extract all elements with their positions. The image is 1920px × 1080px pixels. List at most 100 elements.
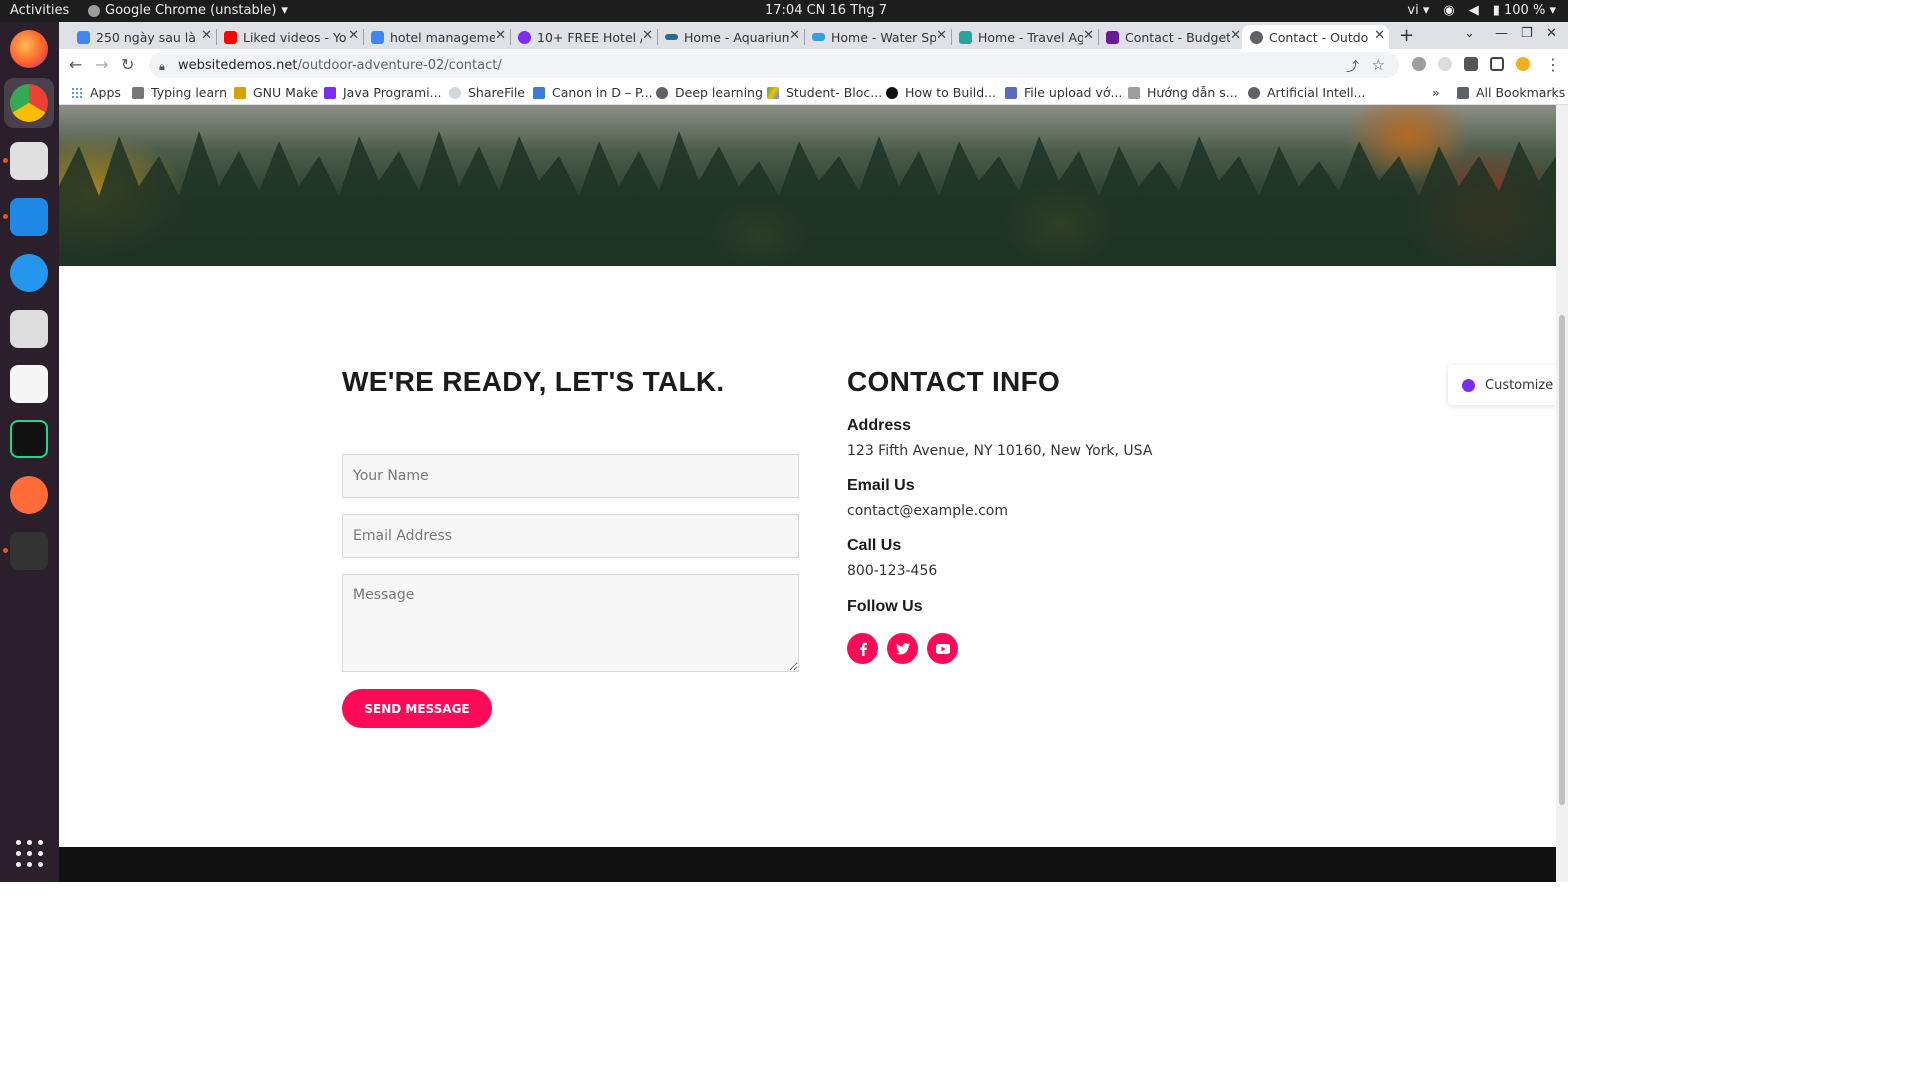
email-input[interactable] [342, 514, 799, 558]
dock [0, 22, 59, 882]
system-tray[interactable]: vi ▾ ◉ ◀ ▮ 100 % ▾ [1407, 3, 1556, 18]
tab-title: Home - Travel Ag [978, 29, 1083, 45]
tab[interactable]: Home - Water Sp ✕ [804, 25, 952, 49]
lock-icon: 🔒︎ [159, 59, 165, 73]
message-textarea[interactable] [342, 574, 799, 672]
tab-title: Home - Aquarium [684, 29, 789, 45]
tab-search-icon[interactable]: ⌄ [1464, 26, 1475, 41]
share-icon[interactable]: ⤴ [1346, 56, 1359, 75]
close-icon[interactable]: ✕ [495, 28, 506, 43]
bookmark-item[interactable]: Student- Bloc... [767, 85, 882, 100]
music-icon [533, 86, 545, 99]
tab[interactable]: 10+ FREE Hotel / ✕ [510, 25, 658, 49]
tab-title: Contact - Budget [1125, 29, 1230, 45]
bookmark-star-icon[interactable]: ☆ [1372, 56, 1385, 74]
bookmark-item[interactable]: Canon in D – P... [533, 85, 653, 100]
close-icon[interactable]: ✕ [348, 28, 359, 43]
close-icon[interactable]: ✕ [1374, 28, 1385, 43]
url-path: /outdoor-adventure-02/contact/ [297, 57, 502, 73]
show-apps-icon[interactable] [16, 840, 43, 867]
bookmark-item[interactable]: Deep learning [656, 85, 763, 100]
address-label: Address [847, 417, 912, 434]
gimp-icon[interactable] [10, 310, 48, 348]
new-tab-button[interactable]: + [1399, 25, 1414, 46]
bookmark-apps[interactable]: Apps [71, 85, 121, 100]
extension-icon[interactable] [1412, 57, 1426, 71]
tab[interactable]: hotel manageme ✕ [363, 25, 511, 49]
pycharm-icon[interactable] [10, 420, 48, 458]
tab[interactable]: Home - Travel Ag ✕ [951, 25, 1099, 49]
close-icon[interactable]: ✕ [936, 28, 947, 43]
tab[interactable]: Home - Aquarium ✕ [657, 25, 805, 49]
clock[interactable]: 17:04 CN 16 Thg 7 [765, 3, 887, 18]
close-icon[interactable]: ✕ [201, 28, 212, 43]
twitter-icon[interactable] [887, 633, 918, 664]
all-bookmarks[interactable]: All Bookmarks [1457, 85, 1565, 100]
browser-toolbar: ← → ↻ 🔒︎ websitedemos.net/outdoor-advent… [59, 49, 1568, 81]
firefox-icon[interactable] [10, 30, 48, 68]
budget-icon [1106, 30, 1119, 44]
palette-icon [1462, 378, 1475, 392]
java-icon [324, 86, 336, 99]
tab-title: 250 ngày sau là n [96, 29, 201, 45]
name-input[interactable] [342, 454, 799, 498]
close-icon[interactable]: ✕ [642, 28, 653, 43]
tab-title: Home - Water Sp [831, 29, 936, 45]
close-window-icon[interactable]: ✕ [1546, 26, 1557, 41]
more-bookmarks-button[interactable]: » [1432, 85, 1440, 100]
reload-icon[interactable]: ↻ [121, 55, 134, 74]
minimize-icon[interactable]: — [1495, 26, 1508, 41]
postman-icon[interactable] [10, 476, 48, 514]
vscode-icon[interactable] [10, 198, 48, 236]
tab-active[interactable]: Contact - Outdo ✕ [1242, 25, 1389, 49]
restore-icon[interactable]: ❐ [1521, 26, 1533, 41]
send-message-button[interactable]: SEND MESSAGE [342, 689, 492, 728]
address-value: 123 Fifth Avenue, NY 10160, New York, US… [847, 443, 1153, 459]
puzzle-icon[interactable] [1464, 57, 1478, 71]
bookmark-item[interactable]: How to Build... [886, 85, 996, 100]
globe-icon [1250, 30, 1263, 44]
scrollbar-thumb[interactable] [1559, 315, 1565, 805]
text-editor-icon[interactable] [10, 365, 48, 403]
bookmark-item[interactable]: Typing learn [132, 85, 227, 100]
tab-title: hotel manageme [390, 29, 495, 45]
chrome-dev-icon[interactable] [10, 84, 48, 122]
back-icon[interactable]: ← [69, 55, 82, 74]
bookmark-item[interactable]: File upload vớ... [1005, 85, 1122, 100]
page-scrollbar[interactable] [1556, 105, 1568, 882]
address-bar[interactable]: 🔒︎ websitedemos.net/outdoor-adventure-02… [149, 52, 1399, 78]
language-indicator[interactable]: vi ▾ [1407, 3, 1429, 18]
customize-button[interactable]: Customize [1448, 365, 1556, 405]
terminal-icon[interactable] [10, 532, 48, 570]
tab[interactable]: 250 ngày sau là n ✕ [69, 25, 217, 49]
bookmark-item[interactable]: Artificial Intell... [1248, 85, 1365, 100]
email-label: Email Us [847, 477, 915, 494]
google-icon [77, 30, 90, 44]
bookmark-item[interactable]: Hướng dẫn s... [1128, 85, 1238, 100]
tab[interactable]: Contact - Budget ✕ [1098, 25, 1245, 49]
bookmark-item[interactable]: Java Programi... [324, 85, 442, 100]
bookmark-item[interactable]: ShareFile [449, 85, 525, 100]
app-menu[interactable]: Google Chrome (unstable) ▾ [88, 3, 288, 18]
extension-icon[interactable] [1438, 57, 1452, 71]
files-icon[interactable] [10, 142, 48, 180]
phone-value: 800-123-456 [847, 563, 938, 579]
v-icon [1005, 86, 1017, 99]
menu-icon[interactable]: ⋮ [1545, 55, 1561, 74]
facebook-icon[interactable] [847, 633, 878, 664]
contact-info-section: CONTACT INFO Address 123 Fifth Avenue, N… [847, 366, 1267, 664]
youtube-icon[interactable] [927, 633, 958, 664]
close-icon[interactable]: ✕ [789, 28, 800, 43]
wifi-icon: ◉ [1443, 3, 1455, 18]
running-indicator [3, 158, 8, 163]
tab[interactable]: Liked videos - Yo ✕ [216, 25, 364, 49]
side-panel-icon[interactable] [1490, 57, 1504, 71]
close-icon[interactable]: ✕ [1083, 28, 1094, 43]
docker-icon[interactable] [10, 254, 48, 292]
bookmark-item[interactable]: GNU Make [234, 85, 318, 100]
app-name: Google Chrome (unstable) [105, 3, 277, 18]
profile-avatar[interactable] [1516, 57, 1530, 71]
activities-button[interactable]: Activities [10, 3, 69, 18]
close-icon[interactable]: ✕ [1230, 28, 1241, 43]
forward-icon[interactable]: → [95, 55, 108, 74]
